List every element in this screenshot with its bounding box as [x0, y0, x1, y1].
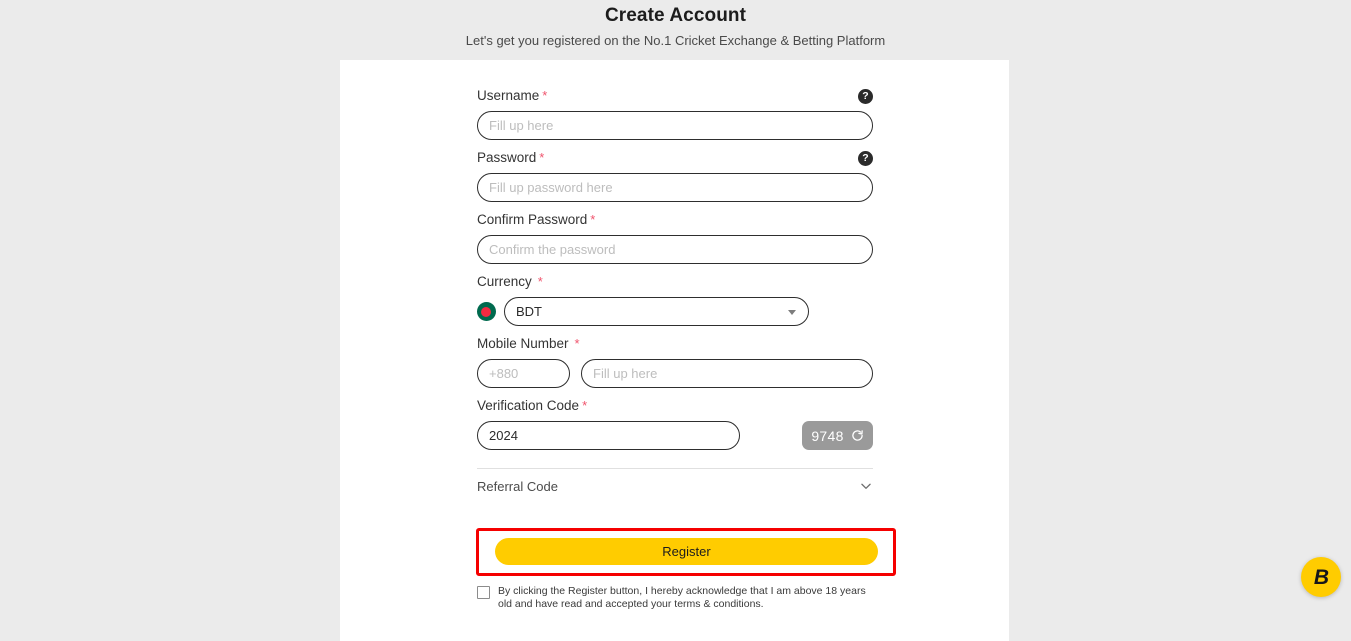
confirm-password-field: Confirm Password *	[477, 210, 873, 264]
page-header: Create Account Let's get you registered …	[0, 0, 1351, 51]
password-required-mark: *	[539, 150, 545, 165]
dropdown-caret-icon	[788, 310, 796, 315]
password-label: Password *	[477, 149, 544, 167]
currency-label-text: Currency	[477, 274, 532, 289]
registration-card: Username* ? Password* ?	[340, 60, 1009, 641]
username-help-icon[interactable]: ?	[858, 88, 873, 104]
password-input[interactable]	[477, 173, 873, 202]
currency-selected-value: BDT	[516, 304, 542, 319]
currency-row: BDT	[477, 297, 873, 326]
verification-code-label: Verification Code *	[477, 397, 587, 415]
chevron-down-icon	[861, 483, 871, 489]
terms-text: By clicking the Register button, I hereb…	[498, 585, 866, 610]
registration-form: Username* ? Password* ?	[476, 86, 896, 611]
refresh-icon[interactable]	[851, 429, 864, 442]
verification-code-field: Verification Code* 9748	[477, 396, 873, 450]
register-zone: Register	[476, 528, 896, 578]
verification-code-row: 9748	[477, 421, 873, 450]
currency-label-row: Currency *	[477, 272, 873, 292]
currency-label: Currency *	[477, 273, 543, 291]
mobile-number-label: Mobile Number *	[477, 335, 580, 353]
mobile-number-field: Mobile Number *	[477, 334, 873, 388]
password-label-row: Password * ?	[477, 148, 873, 168]
country-code-input[interactable]	[477, 359, 570, 388]
confirm-password-input[interactable]	[477, 235, 873, 264]
password-field: Password * ?	[477, 148, 873, 202]
brand-logo-fab[interactable]: B	[1301, 557, 1341, 597]
password-help-icon[interactable]: ?	[858, 150, 873, 166]
confirm-password-label: Confirm Password *	[477, 211, 595, 229]
verification-code-required-mark: *	[582, 398, 588, 413]
mobile-number-row	[477, 359, 873, 388]
confirm-password-label-text: Confirm Password	[477, 212, 588, 227]
username-required-mark: *	[542, 88, 548, 103]
username-input[interactable]	[477, 111, 873, 140]
register-button[interactable]: Register	[495, 538, 878, 565]
verification-code-input[interactable]	[477, 421, 740, 450]
terms-row: By clicking the Register button, I hereb…	[477, 585, 873, 611]
currency-required-mark: *	[537, 274, 543, 289]
confirm-password-required-mark: *	[590, 212, 596, 227]
registration-page: Create Account Let's get you registered …	[0, 0, 1351, 641]
mobile-number-label-text: Mobile Number	[477, 336, 569, 351]
username-label: Username *	[477, 87, 547, 105]
password-label-text: Password	[477, 150, 537, 165]
page-subtitle: Let's get you registered on the No.1 Cri…	[465, 33, 886, 48]
username-label-text: Username	[477, 88, 540, 103]
mobile-number-required-mark: *	[574, 336, 580, 351]
terms-checkbox[interactable]	[477, 586, 490, 599]
currency-field: Currency * BDT	[477, 272, 873, 326]
confirm-password-label-row: Confirm Password *	[477, 210, 873, 230]
currency-select-wrap: BDT	[504, 297, 809, 326]
mobile-number-label-row: Mobile Number *	[477, 334, 873, 354]
captcha-text: 9748	[811, 427, 844, 444]
bangladesh-flag-icon	[477, 302, 496, 321]
referral-code-toggle[interactable]: Referral Code	[477, 469, 873, 503]
page-title: Create Account	[604, 5, 747, 26]
username-field: Username * ?	[477, 86, 873, 140]
brand-logo-icon: B	[1313, 565, 1329, 589]
currency-select[interactable]: BDT	[504, 297, 809, 326]
username-label-row: Username * ?	[477, 86, 873, 106]
verification-code-label-row: Verification Code *	[477, 396, 873, 416]
captcha-box[interactable]: 9748	[802, 421, 873, 450]
verification-code-label-text: Verification Code	[477, 398, 580, 413]
referral-code-label: Referral Code	[477, 478, 558, 494]
mobile-number-input[interactable]	[581, 359, 873, 388]
